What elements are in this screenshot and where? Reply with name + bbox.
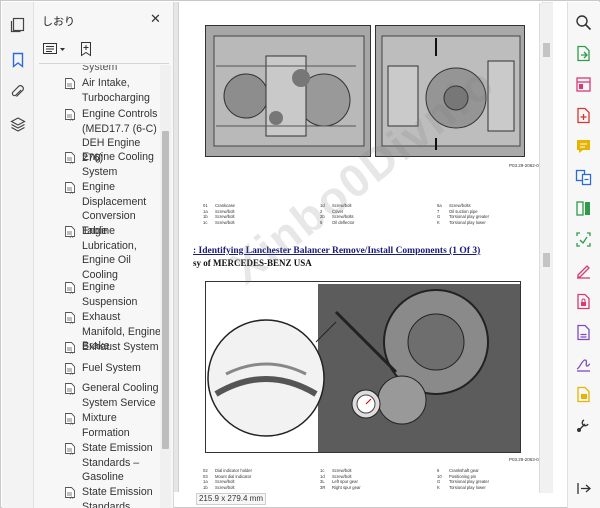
document-scrollbar-thumb[interactable]: [543, 43, 550, 57]
more-tools-icon[interactable]: [575, 417, 592, 434]
balancer-measurement-figure: [205, 281, 521, 453]
tools-rail: [567, 2, 600, 508]
bookmark-label: State Emission Standards – Gasoline: [82, 442, 153, 484]
figure-2-legend: 02 Dial indicator holder 1c Screw/bolt 6 Cran…: [203, 468, 523, 490]
bookmark-page-icon: [65, 226, 75, 238]
bookmark-page-icon: [65, 383, 75, 395]
optimize-icon[interactable]: [575, 324, 592, 341]
bookmark-page-icon: [65, 413, 75, 425]
legend-value: Right spur gear: [332, 484, 361, 490]
figure-2-reference: P03.29-2063-06: [509, 457, 542, 462]
panel-title: しおり: [42, 16, 75, 28]
layers-icon[interactable]: [10, 116, 26, 132]
attachment-icon[interactable]: [10, 84, 26, 100]
close-panel-button[interactable]: ✕: [150, 11, 161, 27]
app-window: しおり ✕ System Air Intake, Turbocharging E…: [0, 0, 600, 508]
pdf-page: P03.29-2062-06 01 Crankcase 1d Screw/bolt 5a…: [178, 2, 543, 492]
bookmark-page-icon: [65, 78, 75, 90]
legend-key: 3R: [320, 484, 326, 490]
bookmark-scrollbar-thumb[interactable]: [162, 131, 169, 449]
legend-value: Torsional play lower: [449, 219, 486, 225]
bookmark-label: Engine Suspension: [82, 281, 138, 308]
scan-icon[interactable]: [575, 231, 592, 248]
bookmark-label: Air Intake, Turbocharging: [82, 77, 150, 104]
legend-value: Screw/bolt: [215, 484, 235, 490]
comment-icon[interactable]: [575, 138, 592, 155]
bookmark-label: Engine Cooling System: [82, 151, 154, 178]
combine-files-icon[interactable]: [575, 169, 592, 186]
bookmark-page-icon: [65, 487, 75, 499]
organize-pages-icon[interactable]: [575, 200, 592, 217]
create-pdf-icon[interactable]: [575, 107, 592, 124]
bookmark-page-icon: [65, 312, 75, 324]
bookmark-icon[interactable]: [10, 52, 26, 68]
legend-key: 1c: [203, 219, 208, 225]
bookmark-page-icon: [65, 282, 75, 294]
bookmark-label: Exhaust System: [82, 341, 159, 353]
bookmark-label: General Cooling System Service: [82, 382, 159, 409]
legend-key: K: [437, 484, 440, 490]
figure-1-reference: P03.29-2062-06: [509, 163, 542, 168]
share-icon[interactable]: [575, 386, 592, 403]
engine-diagram-left: [205, 25, 371, 157]
fill-sign-icon[interactable]: [575, 262, 592, 279]
bookmark-label: State Emission Standards: [82, 486, 153, 508]
legend-value: Oil deflector: [332, 219, 355, 225]
export-pdf-icon[interactable]: [575, 45, 592, 62]
navigation-rail: [2, 2, 34, 508]
edit-pdf-icon[interactable]: [575, 76, 592, 93]
bookmark-page-icon: [65, 182, 75, 194]
document-view[interactable]: P03.29-2062-06 01 Crankcase 1d Screw/bolt 5a…: [174, 2, 553, 493]
bookmark-label: Engine Lubrication, Engine Oil Cooling: [82, 225, 137, 281]
add-bookmark-button[interactable]: [78, 40, 94, 58]
bookmark-page-icon: [65, 443, 75, 455]
legend-value: Torsional play lower: [449, 484, 486, 490]
bookmark-label: Mixture Formation: [82, 412, 130, 439]
legend-key: 1b: [203, 484, 208, 490]
bookmarks-panel: しおり ✕ System Air Intake, Turbocharging E…: [34, 2, 174, 508]
bookmark-label: Fuel System: [82, 362, 141, 374]
bookmark-label: System: [82, 65, 118, 73]
bookmark-page-icon: [65, 342, 75, 354]
page-size-indicator: 215.9 x 279.4 mm: [196, 493, 266, 505]
bookmark-page-icon: [65, 152, 75, 164]
bookmark-scrollbar[interactable]: [160, 65, 171, 508]
bookmark-list: System Air Intake, Turbocharging Engine …: [34, 65, 163, 508]
bookmark-page-icon: [65, 109, 75, 121]
legend-key: K: [437, 219, 440, 225]
document-scrollbar[interactable]: [539, 3, 553, 493]
bookmark-options-button[interactable]: [42, 40, 68, 58]
protect-icon[interactable]: [575, 293, 592, 310]
document-scrollbar-marker: [543, 253, 550, 267]
send-for-signature-icon[interactable]: [575, 355, 592, 372]
pages-icon[interactable]: [10, 17, 26, 33]
expand-panel-icon[interactable]: [575, 480, 592, 497]
search-icon[interactable]: [575, 14, 592, 31]
panel-toolbar-divider: [39, 63, 169, 64]
bookmark-page-icon: [65, 363, 75, 375]
